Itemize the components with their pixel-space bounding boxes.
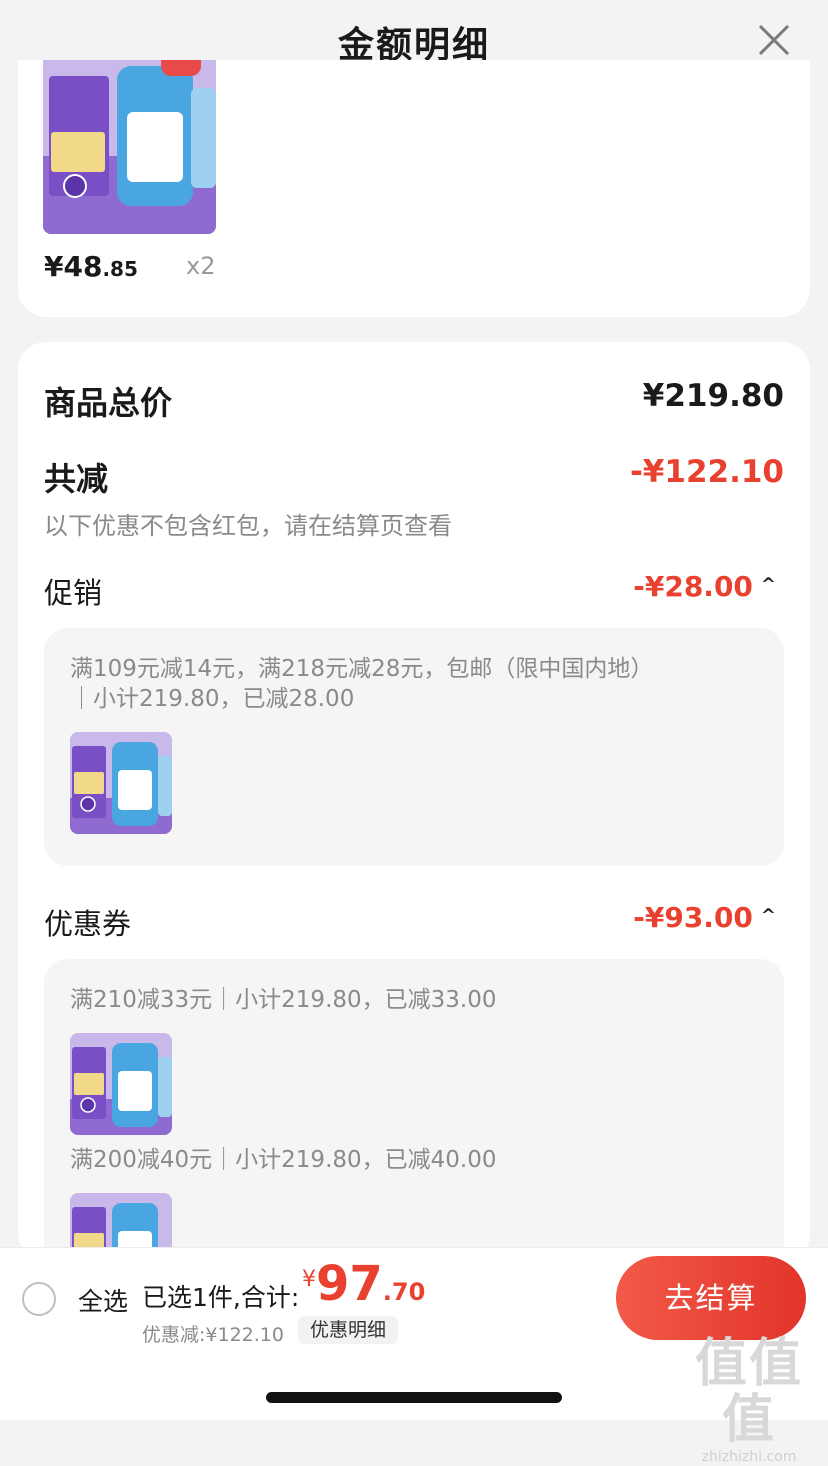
coupon-entry-text: 满210减33元｜小计219.80，已减33.00: [70, 987, 497, 1013]
site-watermark: 值值值 zhizhizhi.com: [676, 1336, 822, 1465]
close-button[interactable]: [752, 18, 796, 62]
promotion-line-2: ｜小计219.80，已减28.00: [70, 686, 355, 712]
close-icon: [758, 24, 790, 56]
checkout-bar: 全选 已选1件,合计: ¥97.70 优惠减:¥122.10 优惠明细 去结算: [0, 1247, 828, 1348]
amount-detail-card: 商品总价 ¥219.80 共减 -¥122.10 以下优惠不包含红包，请在结算页…: [18, 342, 810, 1262]
discount-value: -¥122.10: [629, 454, 784, 490]
checkout-button[interactable]: 去结算: [616, 1256, 806, 1340]
discount-detail-button[interactable]: 优惠明细: [298, 1316, 399, 1344]
discount-note: 以下优惠不包含红包，请在结算页查看: [44, 512, 452, 540]
discount-summary: 优惠减:¥122.10: [142, 1324, 284, 1346]
selected-info: 已选1件,合计:: [142, 1283, 300, 1312]
promotion-panel: 满109元减14元，满218元减28元，包邮（限中国内地） ｜小计219.80，…: [44, 628, 784, 866]
promotion-toggle[interactable]: -¥28.00 ^: [633, 570, 776, 603]
coupon-entry-text: 满200减40元｜小计219.80，已减40.00: [70, 1147, 497, 1173]
select-all-label[interactable]: 全选: [78, 1282, 128, 1318]
coupon-toggle[interactable]: -¥93.00 ^: [633, 901, 776, 934]
coupon-label: 优惠券: [44, 907, 132, 941]
coupon-value: -¥93.00: [633, 901, 753, 934]
discount-label: 共减: [44, 460, 109, 498]
watermark-logo: 值值值: [694, 1334, 803, 1450]
watermark-url: zhizhizhi.com: [701, 1449, 797, 1465]
total-amount: ¥97.70: [302, 1256, 426, 1312]
chevron-up-icon: ^: [760, 905, 776, 926]
subtotal-label: 商品总价: [44, 384, 173, 422]
select-all-radio[interactable]: [22, 1282, 56, 1316]
chevron-up-icon: ^: [760, 574, 776, 595]
product-card: ¥48.85 x2: [18, 60, 810, 317]
item-quantity: x2: [186, 252, 216, 280]
coupon-product-image[interactable]: [70, 1033, 172, 1135]
home-indicator[interactable]: [266, 1392, 562, 1403]
subtotal-value: ¥219.80: [642, 378, 784, 414]
promotion-line-1: 满109元减14元，满218元减28元，包邮（限中国内地）: [70, 656, 654, 682]
promotion-value: -¥28.00: [633, 570, 753, 603]
promotion-product-image[interactable]: [70, 732, 172, 834]
item-price: ¥48.85: [44, 250, 138, 283]
coupon-panel: 满210减33元｜小计219.80，已减33.00 满200减40元｜小计219…: [44, 959, 784, 1262]
promotion-label: 促销: [44, 576, 103, 610]
product-image[interactable]: [43, 60, 216, 234]
